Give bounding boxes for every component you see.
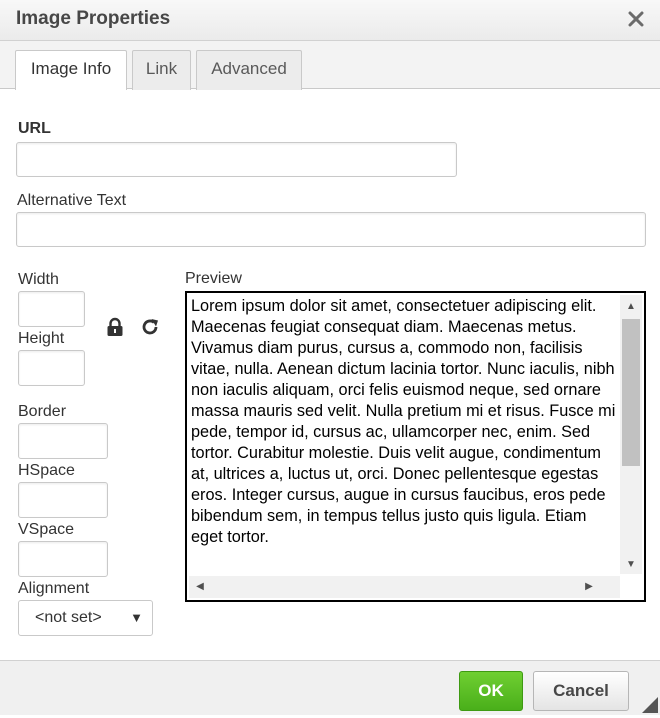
url-input[interactable] [16, 142, 457, 177]
scroll-left-icon[interactable]: ◀ [189, 581, 211, 592]
scroll-right-icon[interactable]: ▶ [578, 581, 600, 592]
tab-strip: Image Info Link Advanced [0, 41, 660, 90]
ok-button[interactable]: OK [459, 671, 523, 711]
image-properties-dialog: Image Properties Image Info Link Advance… [0, 0, 660, 715]
hspace-label: HSpace [18, 462, 75, 479]
dialog-footer: OK Cancel [0, 660, 660, 715]
title-bar[interactable]: Image Properties [0, 0, 660, 41]
alignment-label: Alignment [18, 580, 90, 597]
horizontal-scrollbar[interactable]: ◀ ▶ [189, 576, 620, 598]
border-input[interactable] [18, 423, 108, 459]
tab-image-info[interactable]: Image Info [15, 50, 127, 90]
url-label: URL [18, 120, 51, 137]
preview-text: Lorem ipsum dolor sit amet, consectetuer… [191, 297, 616, 546]
vspace-label: VSpace [18, 521, 75, 538]
alt-text-label: Alternative Text [17, 192, 127, 209]
height-label: Height [18, 330, 65, 347]
vertical-scrollbar[interactable]: ▲ ▼ [620, 295, 642, 574]
cancel-button[interactable]: Cancel [533, 671, 629, 711]
tab-advanced[interactable]: Advanced [196, 50, 302, 90]
tab-link[interactable]: Link [132, 50, 191, 90]
preview-label: Preview [185, 270, 242, 287]
border-label: Border [18, 403, 67, 420]
hspace-input[interactable] [18, 482, 108, 518]
alignment-selected-value: <not set> [35, 609, 102, 626]
vspace-input[interactable] [18, 541, 108, 577]
preview-box[interactable]: Lorem ipsum dolor sit amet, consectetuer… [185, 291, 646, 602]
height-input[interactable] [18, 350, 85, 386]
scroll-up-icon[interactable]: ▲ [620, 301, 642, 312]
close-icon[interactable] [624, 7, 648, 31]
vertical-scroll-thumb[interactable] [622, 319, 640, 466]
lock-icon[interactable] [104, 316, 126, 338]
dialog-title: Image Properties [16, 8, 171, 29]
alignment-select[interactable]: <not set> ▼ [18, 600, 153, 636]
scroll-down-icon[interactable]: ▼ [620, 559, 642, 570]
width-label: Width [18, 271, 59, 288]
alt-text-input[interactable] [16, 212, 646, 247]
dropdown-arrow-icon: ▼ [130, 610, 143, 625]
width-input[interactable] [18, 291, 85, 327]
resize-handle-icon[interactable] [642, 697, 658, 713]
reset-size-icon[interactable] [139, 316, 161, 338]
